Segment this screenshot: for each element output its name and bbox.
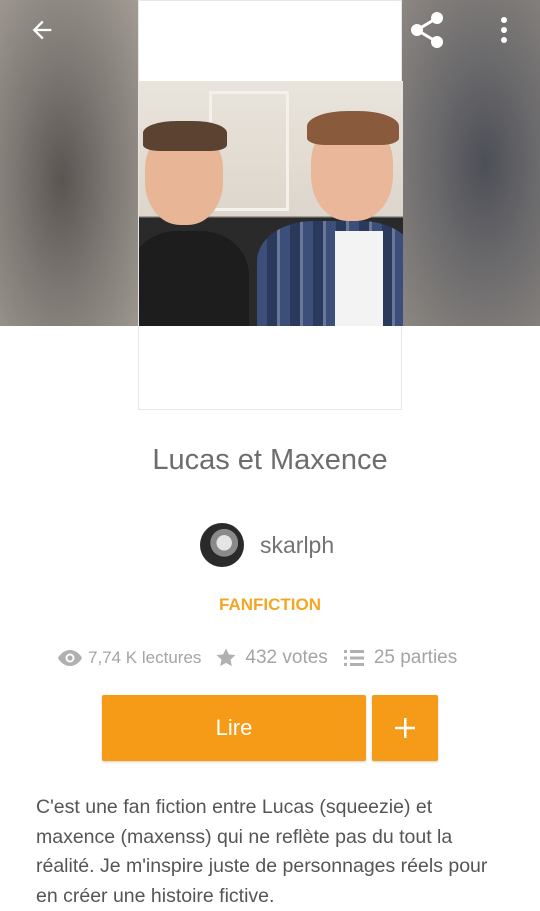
author-name: skarlph [260,531,335,558]
votes-count: 432 votes [245,647,328,668]
avatar [200,523,244,567]
arrow-left-icon [32,20,52,40]
cover-person-left-hair [143,121,227,151]
story-title: Lucas et Maxence [152,444,388,476]
plus-icon [395,718,415,738]
parts-stat: 25 parties [343,647,458,669]
cover-person-right-shirt [335,231,383,326]
list-icon [343,650,364,666]
cover-person-left-body [139,231,249,326]
back-button[interactable] [22,10,62,50]
cover-image [139,81,403,326]
parts-count: 25 parties [373,647,458,668]
cover-person-right-hair [307,111,399,145]
more-options-button[interactable] [484,10,524,50]
add-to-library-button[interactable] [372,695,438,761]
more-vertical-icon [501,17,507,43]
story-description: C'est une fan fiction entre Lucas (squee… [36,796,488,907]
read-button[interactable]: Lire [102,695,366,761]
reads-count: 7,74 K lectures [88,648,202,667]
story-cover[interactable] [138,0,403,410]
reads-stat: 7,74 K lectures [58,648,201,668]
backdrop-blur-left [0,0,138,326]
votes-stat: 432 votes [215,647,328,669]
category-label[interactable]: FANFICTION [0,595,540,615]
share-icon [411,12,443,48]
story-stats: 7,74 K lectures 432 votes 25 parties [58,644,457,672]
star-icon [216,648,236,667]
author-link[interactable]: skarlph [200,522,334,568]
share-button[interactable] [405,8,449,52]
eye-icon [58,650,82,666]
